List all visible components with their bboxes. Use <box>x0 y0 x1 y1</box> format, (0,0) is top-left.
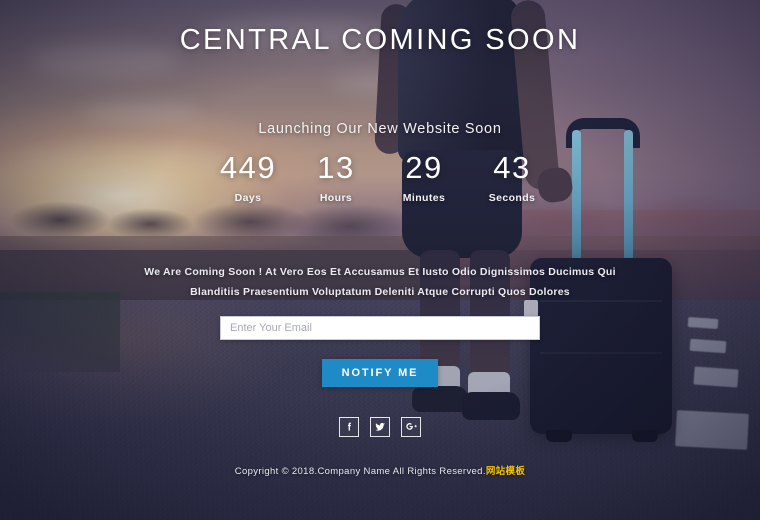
email-input[interactable] <box>220 315 540 340</box>
facebook-link[interactable] <box>339 416 359 437</box>
countdown-hours-value: 13 <box>317 150 355 185</box>
tagline: Launching Our New Website Soon <box>258 121 502 137</box>
intro-paragraph: We Are Coming Soon ! At Vero Eos Et Accu… <box>0 262 760 302</box>
subscribe-form: NOTIFY ME <box>0 315 760 387</box>
google-plus-icon <box>405 420 418 433</box>
countdown-minutes-value: 29 <box>405 150 443 185</box>
page-content: CENTRAL COMING SOON Launching Our New We… <box>0 0 760 520</box>
social-links <box>0 416 760 437</box>
notify-me-button[interactable]: NOTIFY ME <box>321 358 439 387</box>
twitter-icon <box>374 421 386 433</box>
countdown-minutes-label: Minutes <box>402 191 446 204</box>
copyright-text: Copyright © 2018.Company Name All Rights… <box>234 465 486 477</box>
intro-paragraph-line-2: Blanditiis Praesentium Voluptatum Deleni… <box>190 285 570 298</box>
footer-copyright: Copyright © 2018.Company Name All Rights… <box>0 463 760 477</box>
page-title: CENTRAL COMING SOON <box>179 24 581 56</box>
facebook-icon <box>344 421 355 432</box>
countdown-days-value: 449 <box>219 150 277 185</box>
countdown-seconds-value: 43 <box>493 150 531 185</box>
countdown-days-label: Days <box>234 191 262 204</box>
coming-soon-page: CENTRAL COMING SOON Launching Our New We… <box>0 0 760 520</box>
twitter-link[interactable] <box>370 416 390 437</box>
intro-paragraph-line-1: We Are Coming Soon ! At Vero Eos Et Accu… <box>144 265 616 278</box>
countdown-seconds-label: Seconds <box>488 191 536 204</box>
countdown-unit-seconds: 43 Seconds <box>468 150 556 204</box>
countdown-unit-hours: 13 Hours <box>292 150 380 204</box>
countdown-timer: 449 Days 13 Hours 29 Minutes 43 Seconds <box>0 150 760 204</box>
countdown-unit-days: 449 Days <box>204 150 292 204</box>
template-mark: 网站模板 <box>485 465 526 477</box>
google-plus-link[interactable] <box>401 416 421 437</box>
countdown-unit-minutes: 29 Minutes <box>380 150 468 204</box>
countdown-hours-label: Hours <box>319 191 353 204</box>
